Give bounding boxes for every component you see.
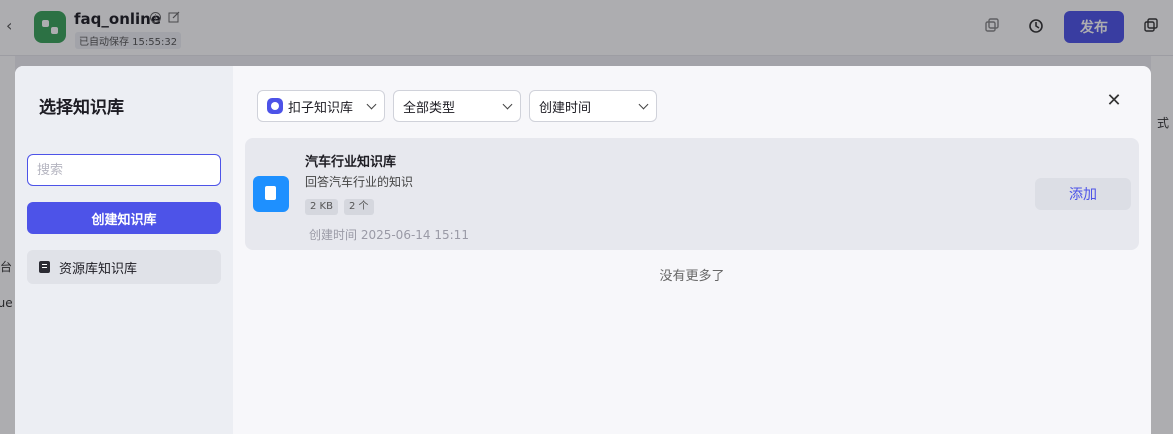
modal-sidebar: 选择知识库 创建知识库 资源库知识库 — [15, 66, 233, 434]
created-time: 创建时间 2025-06-14 15:11 — [309, 228, 469, 242]
sort-filter-select[interactable]: 创建时间 — [529, 90, 657, 122]
sort-filter-value: 创建时间 — [539, 100, 592, 116]
close-icon[interactable]: ✕ — [1105, 92, 1123, 110]
create-knowledge-button[interactable]: 创建知识库 — [27, 202, 221, 234]
size-badge: 2 KB — [305, 199, 338, 215]
chevron-down-icon — [638, 99, 649, 110]
sidebar-item-resource-knowledge[interactable]: 资源库知识库 — [27, 250, 221, 284]
knowledge-title: 汽车行业知识库 — [305, 155, 397, 170]
document-icon — [253, 176, 289, 212]
knowledge-picker-modal: 选择知识库 创建知识库 资源库知识库 扣子知识库 全部类型 创建时间 ✕ 汽车行… — [15, 66, 1151, 434]
coze-icon — [267, 98, 283, 114]
source-filter-select[interactable]: 扣子知识库 — [257, 90, 385, 122]
modal-title: 选择知识库 — [39, 98, 124, 118]
knowledge-list-item[interactable]: 汽车行业知识库 回答汽车行业的知识 2 KB 2 个 创建时间 2025-06-… — [245, 138, 1139, 250]
chevron-down-icon — [502, 99, 513, 110]
sidebar-item-label: 资源库知识库 — [59, 261, 138, 277]
chevron-down-icon — [366, 99, 377, 110]
no-more-text: 没有更多了 — [659, 269, 725, 284]
count-badge: 2 个 — [344, 199, 374, 215]
search-input[interactable] — [27, 154, 221, 186]
add-button[interactable]: 添加 — [1035, 178, 1131, 210]
book-icon — [39, 261, 50, 273]
source-filter-value: 扣子知识库 — [288, 100, 354, 116]
type-filter-value: 全部类型 — [403, 100, 456, 116]
knowledge-description: 回答汽车行业的知识 — [305, 175, 414, 189]
type-filter-select[interactable]: 全部类型 — [393, 90, 521, 122]
filter-bar: 扣子知识库 全部类型 创建时间 — [257, 90, 657, 122]
